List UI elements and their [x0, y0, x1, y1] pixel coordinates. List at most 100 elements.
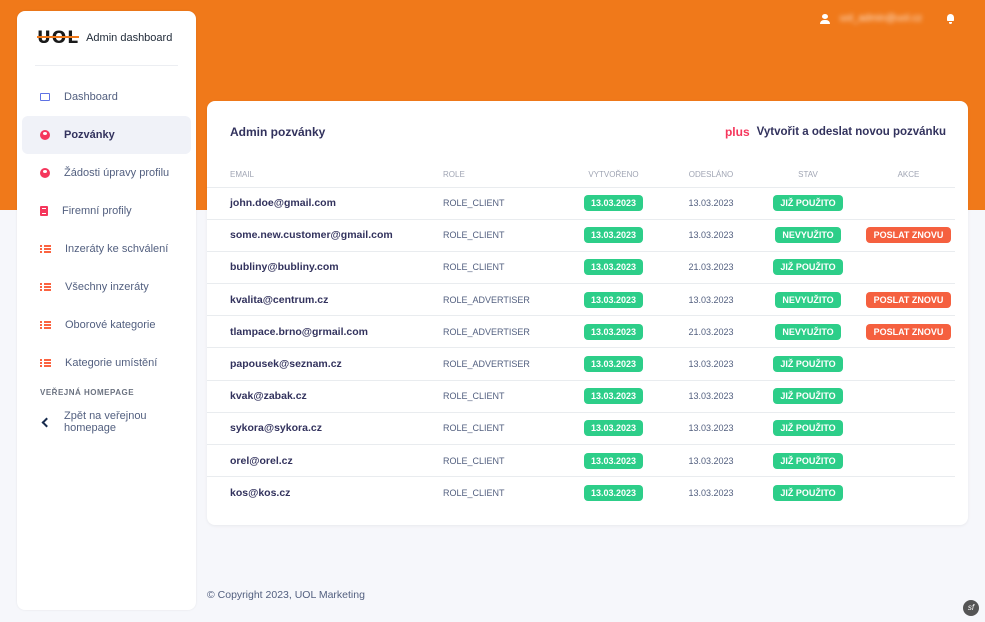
status-badge: JIŽ POUŽITO	[773, 388, 843, 405]
cell-state: JIŽ POUŽITO	[754, 186, 862, 220]
cell-role: ROLE_ADVERTISER	[443, 315, 559, 348]
email-text: orel@orel.cz	[230, 454, 293, 467]
resend-button[interactable]: POSLAT ZNOVU	[865, 227, 952, 244]
cell-role: ROLE_CLIENT	[443, 379, 559, 413]
cell-created: 13.03.2023	[559, 443, 668, 477]
sidebar-item-label: Pozvánky	[64, 129, 115, 141]
email-text: sykora@sykora.cz	[230, 422, 322, 435]
sent-date: 13.03.2023	[688, 294, 734, 305]
cell-sent: 13.03.2023	[668, 476, 754, 509]
created-date-badge: 13.03.2023	[583, 420, 644, 437]
sidebar-item[interactable]: Oborové kategorie	[22, 306, 191, 344]
invitations-table: EMAIL ROLE VYTVOŘENO ODESLÁNO STAV AKCE …	[207, 163, 955, 509]
cell-created: 13.03.2023	[559, 411, 668, 445]
col-state: STAV	[798, 170, 818, 180]
cell-state: NEVYUŽITO	[754, 283, 862, 316]
sidebar-item-label: Kategorie umístění	[65, 357, 158, 369]
create-invitation-link[interactable]: plus Vytvořit a odeslat novou pozvánku	[725, 125, 946, 139]
cell-email: sykora@sykora.cz	[207, 411, 443, 445]
back-to-homepage-link[interactable]: Zpět na veřejnou homepage	[22, 403, 191, 441]
sent-date: 21.03.2023	[688, 326, 734, 337]
brand-title: Admin dashboard	[86, 32, 173, 44]
created-date-badge: 13.03.2023	[583, 227, 644, 244]
role-text: ROLE_CLIENT	[443, 198, 505, 209]
cell-role: ROLE_CLIENT	[443, 186, 559, 220]
sidebar-item[interactable]: Inzeráty ke schválení	[22, 230, 191, 268]
role-text: ROLE_CLIENT	[443, 423, 505, 434]
cell-created: 13.03.2023	[559, 315, 668, 348]
cell-email: tlampace.brno@grmail.com	[207, 315, 443, 348]
cell-role: ROLE_ADVERTISER	[443, 283, 559, 316]
cell-sent: 13.03.2023	[668, 379, 754, 413]
status-badge: NEVYUŽITO	[775, 323, 841, 340]
cell-action: POSLAT ZNOVU	[862, 315, 955, 348]
cell-role: ROLE_CLIENT	[443, 443, 559, 477]
cell-created: 13.03.2023	[559, 379, 668, 413]
bell-icon[interactable]	[946, 13, 955, 24]
sidebar-item[interactable]: Všechny inzeráty	[22, 268, 191, 306]
cell-role: ROLE_CLIENT	[443, 218, 559, 252]
cell-sent: 13.03.2023	[668, 443, 754, 477]
brand[interactable]: UOL Admin dashboard	[17, 13, 196, 63]
table-row: kos@kos.cz ROLE_CLIENT 13.03.2023 13.03.202…	[207, 476, 955, 509]
sent-date: 21.03.2023	[688, 262, 734, 273]
cell-state: JIŽ POUŽITO	[754, 250, 862, 284]
role-text: ROLE_CLIENT	[443, 262, 505, 273]
user-icon[interactable]	[819, 13, 830, 24]
logo: UOL	[37, 28, 80, 48]
created-date-badge: 13.03.2023	[583, 485, 644, 502]
created-date-badge: 13.03.2023	[583, 195, 644, 212]
sidebar-item[interactable]: Žádosti úpravy profilu	[22, 154, 191, 192]
cell-sent: 21.03.2023	[668, 315, 754, 348]
email-text: papousek@seznam.cz	[230, 358, 342, 371]
cell-state: JIŽ POUŽITO	[754, 443, 862, 477]
cell-action	[862, 186, 955, 220]
cell-state: JIŽ POUŽITO	[754, 411, 862, 445]
sidebar-item[interactable]: Pozvánky	[22, 116, 191, 154]
sent-date: 13.03.2023	[688, 359, 734, 370]
role-text: ROLE_ADVERTISER	[443, 326, 530, 337]
sidebar-item-label: Oborové kategorie	[65, 319, 156, 331]
chevron-left-icon	[40, 417, 50, 427]
user-circle-icon	[40, 130, 50, 140]
user-circle-icon	[40, 168, 50, 178]
sidebar-item-label: Inzeráty ke schválení	[65, 243, 169, 255]
cell-sent: 13.03.2023	[668, 411, 754, 445]
email-text: kvalita@centrum.cz	[230, 293, 329, 306]
created-date-badge: 13.03.2023	[583, 356, 644, 373]
role-text: ROLE_ADVERTISER	[443, 359, 530, 370]
sidebar-item[interactable]: Firemní profily	[22, 192, 191, 230]
table-row: tlampace.brno@grmail.com ROLE_ADVERTISER 1…	[207, 315, 955, 348]
status-badge: JIŽ POUŽITO	[773, 452, 843, 469]
list-icon	[40, 244, 51, 254]
symfony-toolbar-badge[interactable]: sf	[963, 600, 979, 616]
plus-icon: plus	[724, 125, 750, 139]
cell-sent: 21.03.2023	[668, 250, 754, 284]
cell-sent: 13.03.2023	[668, 283, 754, 316]
sidebar-item-label: Žádosti úpravy profilu	[64, 167, 170, 179]
sent-date: 13.03.2023	[688, 198, 734, 209]
table-row: orel@orel.cz ROLE_CLIENT 13.03.2023 13.03.2…	[207, 443, 955, 477]
email-text: tlampace.brno@grmail.com	[230, 325, 369, 338]
cell-role: ROLE_CLIENT	[443, 250, 559, 284]
cell-action: POSLAT ZNOVU	[862, 218, 955, 252]
email-text: some.new.customer@gmail.com	[230, 229, 393, 242]
sidebar-item-label: Všechny inzeráty	[65, 281, 149, 293]
sidebar: UOL Admin dashboard Dashboard Pozvánky Žád…	[17, 11, 196, 610]
cell-sent: 13.03.2023	[668, 347, 754, 381]
resend-button[interactable]: POSLAT ZNOVU	[865, 323, 952, 340]
role-text: ROLE_ADVERTISER	[443, 294, 530, 305]
sidebar-item[interactable]: Dashboard	[22, 78, 191, 116]
cell-created: 13.03.2023	[559, 347, 668, 381]
email-text: bubliny@bubliny.com	[230, 261, 339, 274]
create-invitation-label: Vytvořit a odeslat novou pozvánku	[756, 126, 946, 138]
sidebar-item[interactable]: Kategorie umístění	[22, 344, 191, 382]
resend-button[interactable]: POSLAT ZNOVU	[865, 291, 952, 308]
col-sent: ODESLÁNO	[688, 170, 734, 180]
user-email[interactable]: uol_admin@uol.cz	[840, 13, 922, 24]
email-text: john.doe@gmail.com	[230, 197, 336, 210]
footer-copyright: © Copyright 2023, UOL Marketing	[207, 589, 365, 601]
back-link-label: Zpět na veřejnou homepage	[64, 410, 147, 434]
cell-action	[862, 443, 955, 477]
card-title: Admin pozvánky	[230, 125, 326, 139]
